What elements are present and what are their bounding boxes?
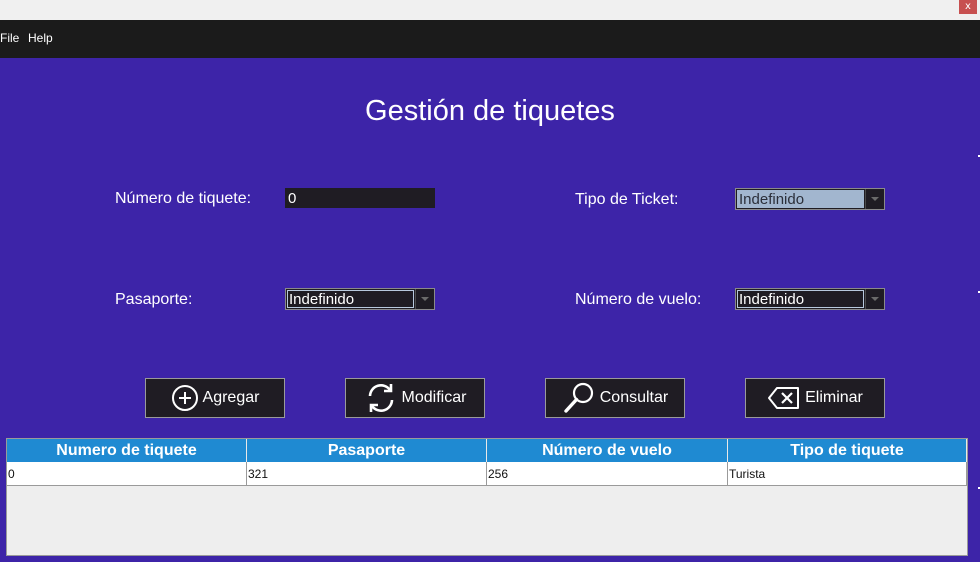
passport-label: Pasaporte: <box>115 291 193 308</box>
ticket-number-field[interactable] <box>285 188 435 208</box>
table-cell[interactable]: 256 <box>487 462 728 486</box>
delete-button-label: Eliminar <box>805 389 863 406</box>
table-cell[interactable]: 0 <box>7 462 247 486</box>
column-header-flight-number[interactable]: Número de vuelo <box>487 439 728 462</box>
column-header-ticket-number[interactable]: Numero de tiquete <box>7 439 247 462</box>
passport-value: Indefinido <box>287 290 414 308</box>
backspace-icon <box>768 387 800 409</box>
menu-help[interactable]: Help <box>28 31 53 45</box>
plus-circle-icon <box>171 385 198 411</box>
table-header: Numero de tiquete Pasaporte Número de vu… <box>7 439 967 462</box>
menu-bar: File Help <box>0 20 980 58</box>
column-header-ticket-type[interactable]: Tipo de tiquete <box>728 439 967 462</box>
refresh-icon <box>368 384 393 412</box>
close-window-button[interactable]: x <box>959 0 977 14</box>
search-button-label: Consultar <box>599 389 669 406</box>
column-header-passport[interactable]: Pasaporte <box>247 439 487 462</box>
page-title: Gestión de tiquetes <box>365 95 615 127</box>
magnifier-icon <box>564 382 593 413</box>
flight-number-value: Indefinido <box>737 290 864 308</box>
modify-button-label: Modificar <box>401 389 467 406</box>
passport-select[interactable]: Indefinido <box>285 288 435 310</box>
ticket-type-value: Indefinido <box>737 190 864 208</box>
chevron-down-icon[interactable] <box>415 289 434 309</box>
chevron-down-icon[interactable] <box>865 189 884 209</box>
search-button[interactable]: Consultar <box>545 378 685 418</box>
flight-number-select[interactable]: Indefinido <box>735 288 885 310</box>
add-button-label: Agregar <box>202 389 260 406</box>
table-cell[interactable]: 321 <box>247 462 487 486</box>
table-row[interactable]: 0 321 256 Turista <box>7 462 967 486</box>
tickets-table[interactable]: Numero de tiquete Pasaporte Número de vu… <box>6 438 968 556</box>
ticket-type-label: Tipo de Ticket: <box>575 191 679 208</box>
ticket-number-label: Número de tiquete: <box>115 190 252 207</box>
table-cell[interactable]: Turista <box>728 462 967 486</box>
flight-number-label: Número de vuelo: <box>575 291 702 308</box>
chevron-down-icon[interactable] <box>865 289 884 309</box>
title-bar: x <box>0 0 980 20</box>
ticket-type-select[interactable]: Indefinido <box>735 188 885 210</box>
modify-button[interactable]: Modificar <box>345 378 485 418</box>
delete-button[interactable]: Eliminar <box>745 378 885 418</box>
menu-file[interactable]: File <box>0 31 19 45</box>
add-button[interactable]: Agregar <box>145 378 285 418</box>
main-panel: Gestión de tiquetes Número de tiquete: T… <box>0 58 980 562</box>
